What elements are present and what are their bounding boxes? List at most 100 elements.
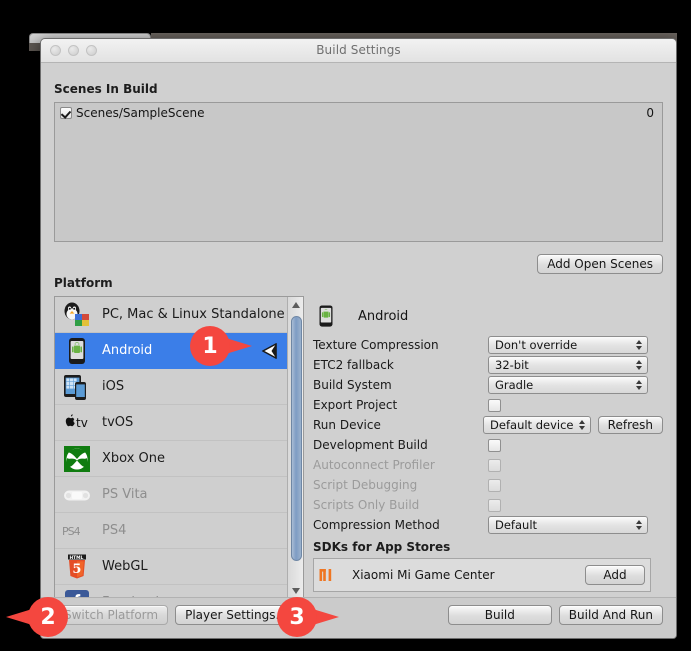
sdk-name: Xiaomi Mi Game Center [352, 568, 495, 582]
desktop-background [0, 0, 691, 33]
sdk-row-xiaomi: Xiaomi Mi Game Center Add [319, 563, 645, 587]
setting-row-compression-method: Compression Method Default [313, 516, 663, 534]
platform-item-tvos[interactable]: tv tvOS [55, 405, 303, 441]
callout-marker-3: 3 [277, 597, 341, 637]
scene-row[interactable]: Scenes/SampleScene 0 [55, 103, 662, 123]
setting-label: Autoconnect Profiler [313, 458, 435, 472]
platform-item-xbox-one[interactable]: Xbox One [55, 441, 303, 477]
platform-list-scrollbar[interactable] [287, 297, 303, 599]
setting-row-etc2-fallback: ETC2 fallback 32-bit [313, 356, 663, 374]
platform-item-label: PS4 [102, 523, 127, 538]
chevron-updown-icon [636, 520, 642, 530]
callout-number: 3 [289, 604, 305, 630]
android-icon [61, 336, 93, 366]
selected-platform-header: Android [313, 296, 663, 336]
scroll-up-arrow-icon[interactable] [288, 297, 303, 313]
etc2-fallback-dropdown[interactable]: 32-bit [488, 356, 648, 374]
scenes-in-build-list[interactable]: Scenes/SampleScene 0 [54, 102, 663, 242]
platform-item-ios[interactable]: iOS [55, 369, 303, 405]
platform-item-android[interactable]: Android [55, 333, 303, 369]
texture-compression-dropdown[interactable]: Don't override [488, 336, 648, 354]
build-system-dropdown[interactable]: Gradle [488, 376, 648, 394]
platform-heading: Platform [54, 276, 113, 290]
unity-logo-icon [259, 341, 279, 361]
bottom-left-buttons: Switch Platform Player Settings... [54, 605, 297, 625]
setting-label: Export Project [313, 398, 398, 412]
standalone-icon [61, 300, 93, 330]
scene-index: 0 [646, 106, 654, 120]
bottom-right-buttons: Build Build And Run [447, 605, 663, 625]
platform-item-label: PC, Mac & Linux Standalone [102, 307, 285, 322]
dropdown-value: Default device [490, 418, 574, 432]
setting-row-export-project: Export Project [313, 396, 663, 414]
switch-platform-button[interactable]: Switch Platform [54, 605, 169, 625]
android-icon [313, 301, 345, 331]
build-button[interactable]: Build [447, 605, 552, 625]
setting-row-scripts-only-build: Scripts Only Build [313, 496, 663, 514]
scenes-in-build-heading: Scenes In Build [54, 82, 158, 96]
bottom-button-bar: Switch Platform Player Settings... Build… [41, 597, 676, 638]
setting-row-autoconnect-profiler: Autoconnect Profiler [313, 456, 663, 474]
platform-item-ps-vita[interactable]: PS Vita [55, 477, 303, 513]
callout-marker-2: 2 [4, 597, 68, 637]
setting-label: ETC2 fallback [313, 358, 394, 372]
platform-item-label: PS Vita [102, 487, 148, 502]
script-debugging-checkbox [488, 478, 501, 492]
callout-marker-1: 1 [190, 326, 254, 366]
ps4-icon: PS4 [61, 516, 93, 546]
callout-number: 1 [202, 333, 218, 359]
refresh-devices-button[interactable]: Refresh [597, 416, 663, 434]
webgl-icon: HTML 5 [61, 552, 93, 582]
window-titlebar[interactable]: Build Settings [41, 39, 676, 63]
xbox-icon [61, 444, 93, 474]
platform-item-ps4[interactable]: PS4 PS4 [55, 513, 303, 549]
psvita-icon [61, 480, 93, 510]
tvos-icon: tv [61, 408, 93, 438]
chevron-updown-icon [636, 340, 642, 350]
build-and-run-button[interactable]: Build And Run [558, 605, 663, 625]
svg-text:PS4: PS4 [62, 525, 81, 538]
svg-text:tv: tv [76, 416, 88, 430]
scene-enabled-checkbox[interactable] [60, 107, 72, 119]
selected-platform-name: Android [358, 308, 409, 324]
dropdown-value: 32-bit [495, 358, 529, 372]
compression-method-dropdown[interactable]: Default [488, 516, 648, 534]
platform-item-label: WebGL [102, 559, 148, 574]
setting-label: Build System [313, 378, 392, 392]
scrollbar-thumb[interactable] [291, 316, 302, 561]
scene-path: Scenes/SampleScene [76, 106, 205, 120]
platform-item-label: iOS [102, 379, 125, 394]
sdk-list: Xiaomi Mi Game Center Add [313, 558, 651, 592]
screen: Build Settings Scenes In Build Scenes/Sa… [0, 0, 691, 651]
setting-label: Run Device [313, 418, 381, 432]
dropdown-value: Gradle [495, 378, 534, 392]
setting-row-development-build: Development Build [313, 436, 663, 454]
chevron-updown-icon [636, 360, 642, 370]
setting-label: Development Build [313, 438, 428, 452]
add-open-scenes-wrap: Add Open Scenes [537, 253, 663, 274]
chevron-updown-icon [636, 380, 642, 390]
build-settings-window: Build Settings Scenes In Build Scenes/Sa… [40, 38, 677, 639]
setting-label: Scripts Only Build [313, 498, 420, 512]
window-body: Scenes In Build Scenes/SampleScene 0 Add… [41, 63, 676, 638]
run-device-dropdown[interactable]: Default device [483, 416, 591, 434]
setting-row-run-device: Run Device Default device Refresh [313, 416, 663, 434]
ios-icon [61, 372, 93, 402]
add-open-scenes-button[interactable]: Add Open Scenes [537, 254, 663, 274]
setting-row-build-system: Build System Gradle [313, 376, 663, 394]
development-build-checkbox[interactable] [488, 438, 501, 452]
setting-label: Texture Compression [313, 338, 439, 352]
autoconnect-profiler-checkbox [488, 458, 501, 472]
dropdown-value: Default [495, 518, 538, 532]
svg-text:HTML: HTML [70, 554, 84, 560]
scripts-only-build-checkbox [488, 498, 501, 512]
sdk-add-button[interactable]: Add [585, 565, 645, 585]
platform-item-standalone[interactable]: PC, Mac & Linux Standalone [55, 297, 303, 333]
dropdown-value: Don't override [495, 338, 578, 352]
platform-item-webgl[interactable]: HTML 5 WebGL [55, 549, 303, 585]
setting-row-script-debugging: Script Debugging [313, 476, 663, 494]
platform-item-label: Xbox One [102, 451, 166, 466]
export-project-checkbox[interactable] [488, 398, 501, 412]
platform-list[interactable]: PC, Mac & Linux Standalone Android iOS t… [54, 296, 304, 600]
window-title: Build Settings [316, 43, 401, 57]
